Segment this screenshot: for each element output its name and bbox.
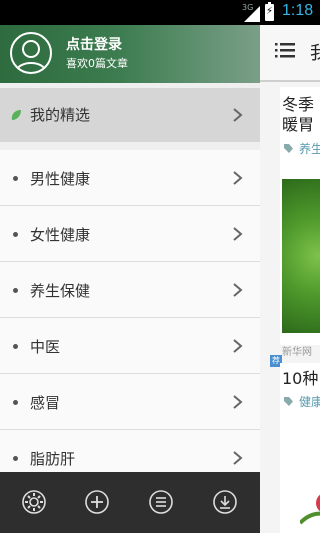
signal-icon (244, 6, 260, 22)
drawer-header[interactable]: 点击登录 喜欢0篇文章 (0, 25, 260, 83)
tag-icon (284, 397, 293, 406)
chevron-right-icon (233, 108, 243, 122)
favorites-count: 喜欢0篇文章 (66, 57, 128, 70)
tag-icon (284, 144, 293, 153)
content-header: 我 (260, 25, 320, 82)
menu-item-label: 女性健康 (30, 226, 91, 244)
leaf-icon (11, 110, 21, 120)
menu-item-label: 我的精选 (30, 106, 91, 124)
menu-item-label: 感冒 (30, 394, 61, 412)
menu-item-label: 男性健康 (30, 170, 91, 188)
bullet (13, 232, 18, 237)
bullet (13, 344, 18, 349)
menu-item-label: 中医 (30, 338, 61, 356)
menu-item-my-picks[interactable]: 我的精选 (0, 88, 260, 142)
menu-item-wellness[interactable]: 养生保健 (0, 262, 260, 318)
chevron-right-icon (233, 227, 243, 241)
bullet (13, 176, 18, 181)
article-tag: 养生 (299, 142, 320, 156)
menu-item-label: 脂肪肝 (30, 450, 76, 468)
list-icon[interactable] (148, 489, 174, 515)
article-card[interactable]: 10种 健康 (280, 363, 320, 533)
add-icon[interactable] (84, 489, 110, 515)
navigation-drawer: 点击登录 喜欢0篇文章 我的精选 男性健康 女性健康 养生保健 中医 感冒 脂肪… (0, 25, 260, 533)
menu-item-mens-health[interactable]: 男性健康 (0, 150, 260, 206)
page-title: 我 (310, 43, 320, 64)
article-title-line2: 暖胃 (282, 115, 315, 134)
download-icon[interactable] (212, 489, 238, 515)
menu-item-cold[interactable]: 感冒 (0, 374, 260, 430)
article-image (300, 494, 320, 525)
article-card[interactable]: 冬季 暖胃 养生 新华网 (280, 87, 320, 358)
chevron-right-icon (233, 451, 243, 465)
menu-item-fatty-liver[interactable]: 脂肪肝 (0, 430, 260, 472)
battery-icon: ⚡ (265, 2, 274, 21)
bullet (13, 400, 18, 405)
menu-item-womens-health[interactable]: 女性健康 (0, 206, 260, 262)
chevron-right-icon (233, 395, 243, 409)
menu-item-tcm[interactable]: 中医 (0, 318, 260, 374)
clock: 1:18 (282, 2, 314, 19)
settings-icon[interactable] (21, 489, 47, 515)
drawer-toolbar (0, 472, 260, 533)
article-tag: 健康 (299, 395, 320, 409)
article-list: 我 冬季 暖胃 养生 新华网 荐 10种 健康 (260, 25, 320, 533)
avatar[interactable] (10, 32, 52, 74)
bullet (13, 456, 18, 461)
article-source: 新华网 (282, 347, 312, 358)
menu-icon[interactable] (275, 42, 295, 58)
chevron-right-icon (233, 283, 243, 297)
menu-item-label: 养生保健 (30, 282, 91, 300)
article-title-line1: 10种 (282, 369, 319, 388)
login-link[interactable]: 点击登录 (66, 34, 122, 54)
article-title-line1: 冬季 (282, 95, 315, 114)
chevron-right-icon (233, 339, 243, 353)
bullet (13, 288, 18, 293)
chevron-right-icon (233, 171, 243, 185)
user-icon (15, 40, 47, 72)
status-bar: 3G ⚡ 1:18 (0, 0, 320, 25)
article-image (282, 179, 320, 333)
